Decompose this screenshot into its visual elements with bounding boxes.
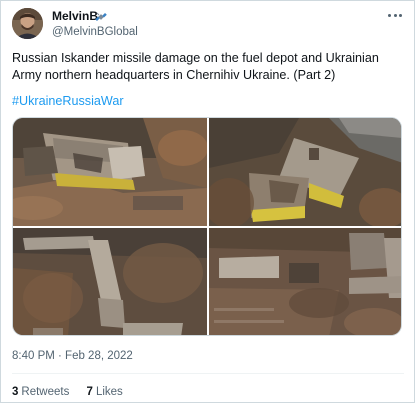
- tweet-text: Russian Iskander missile damage on the f…: [12, 51, 379, 82]
- likes-stat[interactable]: 7 Likes: [87, 385, 123, 399]
- author-display-name[interactable]: MelvinB: [52, 9, 98, 23]
- avatar[interactable]: [12, 8, 43, 39]
- more-options-icon[interactable]: [386, 10, 404, 20]
- hashtag-link[interactable]: #UkraineRussiaWar: [12, 93, 124, 109]
- retweets-label: Retweets: [21, 386, 70, 398]
- divider: [12, 373, 404, 374]
- media-photo-4[interactable]: [209, 228, 401, 335]
- retweets-count: 3: [12, 386, 19, 398]
- satellite-icon: [95, 10, 107, 22]
- media-grid: [12, 117, 402, 336]
- engagement-stats: 3 Retweets 7 Likes: [12, 385, 137, 399]
- retweets-stat[interactable]: 3 Retweets: [12, 385, 69, 399]
- likes-label: Likes: [95, 386, 123, 398]
- media-photo-1[interactable]: [13, 118, 207, 226]
- media-photo-3[interactable]: [13, 228, 207, 335]
- tweet-timestamp[interactable]: 8:40 PM · Feb 28, 2022: [12, 349, 133, 363]
- tweet-card: MelvinB @MelvinBGlobal Russian Iskander …: [0, 0, 415, 403]
- likes-count: 7: [86, 386, 93, 398]
- media-photo-2[interactable]: [209, 118, 401, 226]
- author-handle[interactable]: @MelvinBGlobal: [52, 25, 138, 39]
